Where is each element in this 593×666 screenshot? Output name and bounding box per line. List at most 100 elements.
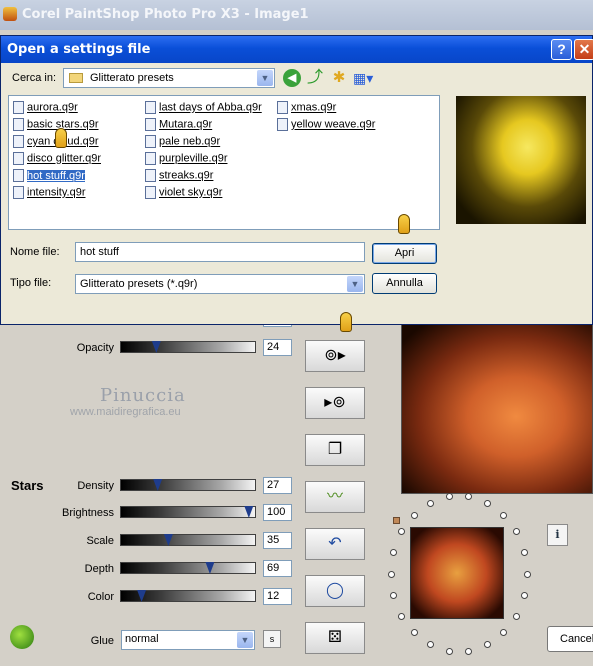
depth-slider[interactable] [120,562,256,574]
file-item[interactable]: xmas.q9r [277,101,336,117]
watermark-title: Pinuccia [100,385,186,406]
file-item[interactable]: Mutara.q9r [145,118,212,134]
position-dot[interactable] [427,499,435,507]
look-in-select[interactable]: Glitterato presets ▼ [63,68,275,88]
file-icon [145,118,156,131]
help-button[interactable]: ? [551,39,572,60]
cancel-main-button[interactable]: Cancel [547,626,593,652]
file-type-select[interactable]: Glitterato presets (*.q9r) ▼ [75,274,365,294]
file-item[interactable]: violet sky.q9r [145,186,222,202]
chevron-down-icon[interactable]: ▼ [347,276,363,292]
load-preset-button[interactable]: ▸⊚ [305,387,365,419]
position-dot[interactable] [410,629,418,637]
chevron-down-icon[interactable]: ▼ [257,70,273,86]
back-icon[interactable]: ◀ [283,69,301,87]
position-dot[interactable] [500,629,508,637]
position-dot[interactable] [512,528,520,536]
dialog-title-bar: Open a settings file ? ✕ [1,36,593,63]
file-icon [13,135,24,148]
file-type-label: Tipo file: [10,277,52,289]
brightness-label: Brightness [62,507,114,519]
opacity-slider[interactable] [120,341,256,353]
new-folder-icon[interactable]: ✱ [330,69,348,87]
position-dot[interactable] [398,528,406,536]
chevron-down-icon[interactable]: ▼ [237,632,253,648]
open-button[interactable]: Apri [372,243,437,264]
file-icon [145,135,156,148]
brightness-value[interactable]: 100 [263,504,292,521]
file-type-value: Glitterato presets (*.q9r) [80,278,198,290]
file-item[interactable]: purpleville.q9r [145,152,227,168]
dice-icon: ⚄ [328,629,342,646]
file-item[interactable]: aurora.q9r [13,101,78,117]
position-dot[interactable] [520,548,528,556]
load-preset-icon: ▸⊚ [324,394,346,411]
copy-button[interactable]: ❐ [305,434,365,466]
wave-button[interactable]: 〰 [305,481,365,513]
file-item[interactable]: disco glitter.q9r [13,152,101,168]
position-dot[interactable] [427,641,435,649]
circle-button[interactable]: ◯ [305,575,365,607]
position-dot[interactable] [465,493,473,501]
up-folder-icon[interactable]: ⤴ [306,69,324,87]
scale-slider[interactable] [120,534,256,546]
position-dot[interactable] [483,499,491,507]
file-list[interactable]: aurora.q9r basic stars.q9r cyan cloud.q9… [8,95,440,230]
center-handle[interactable] [393,517,400,524]
position-dot[interactable] [390,548,398,556]
file-item[interactable]: pale neb.q9r [145,135,220,151]
wave-icon: 〰 [326,488,343,505]
density-thumb[interactable] [153,479,163,491]
undo-button[interactable]: ↶ [305,528,365,560]
app-title-bar: Corel PaintShop Photo Pro X3 - Image1 [0,0,593,30]
position-dot[interactable] [500,511,508,519]
glue-select[interactable]: normal ▼ [121,630,255,650]
position-dot[interactable] [483,641,491,649]
view-menu-icon[interactable]: ▦▾ [353,69,377,87]
file-item[interactable]: streaks.q9r [145,169,213,185]
file-name-label: Nome file: [10,246,60,258]
position-dot[interactable] [410,511,418,519]
position-dot[interactable] [512,612,520,620]
color-slider[interactable] [120,590,256,602]
opacity-thumb[interactable] [151,341,161,353]
glue-s-button[interactable]: s [263,630,281,648]
file-item[interactable]: last days of Abba.q9r [145,101,262,117]
save-preset-button[interactable]: ⊚▸ [305,340,365,372]
depth-label: Depth [84,563,114,575]
position-dot[interactable] [445,493,453,501]
color-thumb[interactable] [137,590,147,602]
close-button[interactable]: ✕ [574,39,593,60]
randomize-button[interactable]: ⚄ [305,622,365,654]
file-item[interactable]: yellow weave.q9r [277,118,375,134]
depth-thumb[interactable] [205,562,215,574]
position-dot[interactable] [398,612,406,620]
depth-value[interactable]: 69 [263,560,292,577]
hand-cursor-icon [398,214,410,234]
save-preset-icon: ⊚▸ [324,347,346,364]
file-item-selected[interactable]: hot stuff.q9r [13,169,85,185]
file-name-input[interactable]: hot stuff [75,242,365,262]
position-dot[interactable] [445,647,453,655]
cancel-button[interactable]: Annulla [372,273,437,294]
opacity-label: Opacity [76,342,114,354]
scale-thumb[interactable] [163,534,173,546]
position-dot[interactable] [523,570,531,578]
file-icon [145,101,156,114]
position-dot[interactable] [387,570,395,578]
file-item[interactable]: intensity.q9r [13,186,86,202]
scale-value[interactable]: 35 [263,532,292,549]
density-value[interactable]: 27 [263,477,292,494]
brightness-slider[interactable] [120,506,256,518]
file-icon [277,101,288,114]
position-dot[interactable] [465,647,473,655]
info-button[interactable]: i [547,524,568,546]
density-slider[interactable] [120,479,256,491]
position-dot[interactable] [390,592,398,600]
color-value[interactable]: 12 [263,588,292,605]
mini-preview-image[interactable] [410,527,504,619]
brightness-thumb[interactable] [244,506,254,518]
opacity-value[interactable]: 24 [263,339,292,356]
position-dot[interactable] [520,592,528,600]
file-icon [13,118,24,131]
